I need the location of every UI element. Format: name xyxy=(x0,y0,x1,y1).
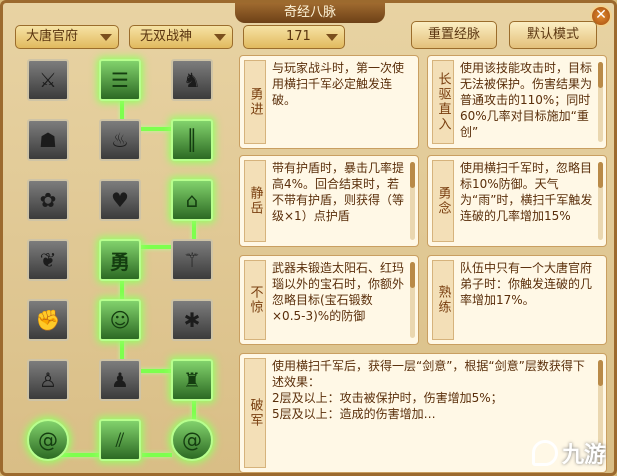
trait-label: 勇进 xyxy=(244,60,266,144)
meridian-node-r7c3[interactable]: @ xyxy=(171,419,213,461)
meridian-node-r3c2[interactable]: ♥ xyxy=(99,179,141,221)
trait-card-changqu[interactable]: 长驱直入 使用该技能攻击时，目标无法被保护。伤害结果为普通攻击的110%；同时6… xyxy=(427,55,607,149)
default-mode-button[interactable]: 默认模式 xyxy=(509,21,597,49)
window-title: 奇经八脉 xyxy=(235,3,385,23)
logo-icon xyxy=(531,440,558,466)
style-dropdown-value: 无双战神 xyxy=(140,29,193,44)
trait-card-yongjin[interactable]: 勇进 与玩家战斗时，第一次使用横扫千军必定触发连破。 xyxy=(239,55,419,149)
scrollbar-thumb[interactable] xyxy=(598,62,603,88)
chevron-down-icon xyxy=(326,34,338,41)
trait-label: 破军 xyxy=(244,358,266,468)
meridian-node-r3c3[interactable]: ⌂ xyxy=(171,179,213,221)
meridian-node-r2c1[interactable]: ☗ xyxy=(27,119,69,161)
heart-hands-icon: ♥ xyxy=(111,188,129,212)
heart-ornament-icon: ❦ xyxy=(39,248,57,272)
scrollbar[interactable] xyxy=(598,62,603,142)
temple-icon: ⌂ xyxy=(185,188,199,212)
bamboo-icon: ║ xyxy=(185,128,199,152)
trait-description: 队伍中只有一个大唐官府弟子时：你触发连破的几率增加17%。 xyxy=(460,261,593,307)
scrollbar[interactable] xyxy=(598,162,603,240)
meridian-node-r4c2[interactable]: 勇 xyxy=(99,239,141,281)
meridian-node-r1c2[interactable]: ☰ xyxy=(99,59,141,101)
trait-label: 不惊 xyxy=(244,260,266,340)
level-dropdown-value: 171 xyxy=(286,29,311,44)
meridian-node-r5c3[interactable]: ✱ xyxy=(171,299,213,341)
meridian-node-r6c2[interactable]: ♟ xyxy=(99,359,141,401)
meridian-node-r6c1[interactable]: ♙ xyxy=(27,359,69,401)
faction-dropdown-value: 大唐官府 xyxy=(26,29,79,44)
meridian-node-r7c2[interactable]: ⫽ xyxy=(99,419,141,461)
lotus-icon: ✿ xyxy=(39,188,57,212)
reset-meridians-button[interactable]: 重置经脉 xyxy=(411,21,497,49)
trait-label: 熟练 xyxy=(432,260,454,340)
triple-blades-icon: ⫽ xyxy=(115,428,125,452)
scrollbar[interactable] xyxy=(410,162,415,240)
sword-fist-icon: ✊ xyxy=(35,308,61,332)
flame-figure-icon: ♨ xyxy=(111,128,129,152)
trait-label: 长驱直入 xyxy=(432,60,454,144)
broken-blade-icon: ⚔ xyxy=(39,68,57,92)
chevron-down-icon xyxy=(100,34,112,41)
gourd-figure-icon: ♟ xyxy=(111,368,129,392)
brave-seal-icon: 勇 xyxy=(110,249,130,274)
skill-tree: ⚔ ☰ ♞ ☗ ♨ ║ ✿ ♥ ⌂ ❦ 勇 ⚚ ✊ ☺ ✱ ♙ ♟ ♜ @ ⫽ @ xyxy=(17,53,231,471)
scroll-icon: ☰ xyxy=(111,68,129,92)
meridian-node-r5c1[interactable]: ✊ xyxy=(27,299,69,341)
meridian-node-r1c1[interactable]: ⚔ xyxy=(27,59,69,101)
trait-description: 使用该技能攻击时，目标无法被保护。伤害结果为普通攻击的110%；同时60%几率对… xyxy=(460,61,593,139)
thinking-warrior-icon: ☺ xyxy=(109,308,131,332)
swirl-right-icon: @ xyxy=(182,428,202,452)
meridian-node-r7c1[interactable]: @ xyxy=(27,419,69,461)
lantern-figure-icon: ♜ xyxy=(183,368,201,392)
meridian-node-r2c3[interactable]: ║ xyxy=(171,119,213,161)
meridian-node-r1c3[interactable]: ♞ xyxy=(171,59,213,101)
meridian-link xyxy=(192,401,196,421)
trait-description: 武器未锻造太阳石、红玛瑙以外的宝石时，你额外忽略目标(宝石锻数×0.5-3)%的… xyxy=(272,261,405,323)
scrollbar-thumb[interactable] xyxy=(598,162,603,188)
trait-card-yongnian[interactable]: 勇念 使用横扫千军时，忽略目标10%防御。天气为“雨”时，横扫千军触发连破的几率… xyxy=(427,155,607,247)
meridian-node-r3c1[interactable]: ✿ xyxy=(27,179,69,221)
trait-card-bujing[interactable]: 不惊 武器未锻造太阳石、红玛瑙以外的宝石时，你额外忽略目标(宝石锻数×0.5-3… xyxy=(239,255,419,345)
site-watermark: 九游 xyxy=(531,437,606,469)
meridian-node-r6c3[interactable]: ♜ xyxy=(171,359,213,401)
meridian-node-r2c2[interactable]: ♨ xyxy=(99,119,141,161)
meridian-node-r5c2[interactable]: ☺ xyxy=(99,299,141,341)
trait-card-jingyue[interactable]: 静岳 带有护盾时，暴击几率提高4%。回合结束时，若不带有护盾，则获得（等级×1）… xyxy=(239,155,419,247)
meridian-link xyxy=(142,453,172,457)
warrior-icon: ♞ xyxy=(183,68,201,92)
meridian-node-r4c3[interactable]: ⚚ xyxy=(171,239,213,281)
faction-dropdown[interactable]: 大唐官府 xyxy=(15,25,119,49)
trait-description: 与玩家战斗时，第一次使用横扫千军必定触发连破。 xyxy=(272,61,405,107)
kneeling-figure-icon: ♙ xyxy=(39,368,57,392)
spider-icon: ✱ xyxy=(183,308,201,332)
meridian-node-r4c1[interactable]: ❦ xyxy=(27,239,69,281)
trait-label: 勇念 xyxy=(432,160,454,242)
scrollbar[interactable] xyxy=(410,262,415,338)
style-dropdown[interactable]: 无双战神 xyxy=(129,25,233,49)
trait-description: 使用横扫千军时，忽略目标10%防御。天气为“雨”时，横扫千军触发连破的几率增加1… xyxy=(460,161,593,223)
trait-label: 静岳 xyxy=(244,160,266,242)
scrollbar-thumb[interactable] xyxy=(598,360,603,386)
chevron-down-icon xyxy=(214,34,226,41)
level-dropdown[interactable]: 171 xyxy=(243,25,345,49)
helmet-icon: ☗ xyxy=(39,128,57,152)
trait-description: 带有护盾时，暴击几率提高4%。回合结束时，若不带有护盾，则获得（等级×1）点护盾 xyxy=(272,161,405,223)
trait-card-shulian[interactable]: 熟练 队伍中只有一个大唐官府弟子时：你触发连破的几率增加17%。 xyxy=(427,255,607,345)
meridian-window: 奇经八脉 ✕ 大唐官府 无双战神 171 重置经脉 默认模式 ⚔ ☰ ♞ ☗ ♨ ║ ✿ ♥ ⌂… xyxy=(0,0,617,476)
spear-figure-icon: ⚚ xyxy=(183,248,201,272)
scrollbar-thumb[interactable] xyxy=(410,162,415,188)
swirl-icon: @ xyxy=(38,428,58,452)
scrollbar-thumb[interactable] xyxy=(410,262,415,288)
watermark-text: 九游 xyxy=(561,443,606,468)
